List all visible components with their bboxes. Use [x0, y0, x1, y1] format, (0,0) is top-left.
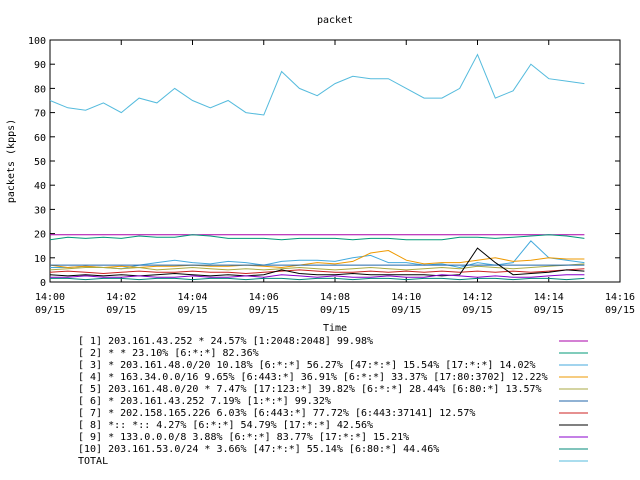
- legend-label-7: [ 7] * 202.158.165.226 6.03% [6:443:*] 7…: [78, 408, 475, 419]
- x-tick-label-date: 09/15: [534, 305, 564, 316]
- y-axis: 0 10 20 30 40 50 60 70 80 90 100: [28, 36, 620, 289]
- legend-label-2: [ 2] * * 23.10% [6:*:*] 82.36%: [78, 348, 259, 359]
- plot-frame: [49, 39, 621, 283]
- y-tick-label: 20: [34, 230, 46, 241]
- legend-label-1: [ 1] 203.161.43.252 * 24.57% [1:2048:204…: [78, 336, 373, 347]
- legend-label-11: TOTAL: [78, 456, 108, 467]
- x-tick-label-time: 14:06: [249, 292, 279, 303]
- x-tick-label-time: 14:10: [391, 292, 421, 303]
- x-tick-label-date: 09/15: [106, 305, 136, 316]
- y-tick-label: 90: [34, 60, 46, 71]
- x-axis-label: Time: [323, 323, 347, 334]
- y-tick-label: 100: [28, 36, 46, 47]
- x-tick-label-time: 14:08: [320, 292, 350, 303]
- legend-label-4: [ 4] * 163.34.0.0/16 9.65% [6:443:*] 36.…: [78, 372, 548, 383]
- x-tick-label-date: 09/15: [462, 305, 492, 316]
- x-tick-label-date: 09/15: [605, 305, 635, 316]
- series-line-10: [50, 277, 585, 281]
- y-tick-label: 50: [34, 157, 46, 168]
- legend-label-9: [ 9] * 133.0.0.0/8 3.88% [6:*:*] 83.77% …: [78, 432, 409, 443]
- legend-label-5: [ 5] 203.161.48.0/20 * 7.47% [17:123:*] …: [78, 384, 542, 395]
- series-lines: [49, 53, 585, 281]
- y-tick-label: 40: [34, 181, 46, 192]
- legend-label-6: [ 6] * 203.161.43.252 7.19% [1:*:*] 99.3…: [78, 396, 331, 407]
- y-tick-label: 30: [34, 205, 46, 216]
- x-tick-label-time: 14:00: [35, 292, 65, 303]
- y-tick-label: 10: [34, 254, 46, 265]
- y-tick-label: 80: [34, 84, 46, 95]
- chart-title: packet: [317, 15, 353, 26]
- legend: [ 1] 203.161.43.252 * 24.57% [1:2048:204…: [78, 336, 588, 467]
- x-tick-label-date: 09/15: [391, 305, 421, 316]
- x-tick-label-time: 14:02: [106, 292, 136, 303]
- series-line-3: [50, 240, 585, 270]
- x-tick-label-time: 14:14: [534, 292, 564, 303]
- y-tick-label: 60: [34, 133, 46, 144]
- y-tick-label: 0: [40, 278, 46, 289]
- legend-label-3: [ 3] * 203.161.48.0/20 10.18% [6:*:*] 56…: [78, 360, 536, 371]
- series-line-2: [49, 234, 585, 241]
- x-tick-label-time: 14:04: [177, 292, 207, 303]
- y-axis-label: packets (kpps): [6, 119, 17, 203]
- legend-label-10: [10] 203.161.53.0/24 * 3.66% [47:*:*] 55…: [78, 444, 439, 455]
- series-line-11: [49, 53, 585, 116]
- x-tick-label-date: 09/15: [320, 305, 350, 316]
- legend-label-8: [ 8] *:: *:: 4.27% [6:*:*] 54.79% [17:*:…: [78, 420, 373, 431]
- series-line-7: [49, 268, 585, 275]
- y-tick-label: 70: [34, 109, 46, 120]
- x-tick-label-time: 14:12: [462, 292, 492, 303]
- x-tick-label-date: 09/15: [249, 305, 279, 316]
- x-tick-label-date: 09/15: [35, 305, 65, 316]
- packet-chart: packet 0 10 20 30 40 50 60 70 80 90 100 14:00 09/15…: [6, 15, 635, 467]
- x-tick-label-date: 09/15: [177, 305, 207, 316]
- x-tick-label-time: 14:16: [605, 292, 635, 303]
